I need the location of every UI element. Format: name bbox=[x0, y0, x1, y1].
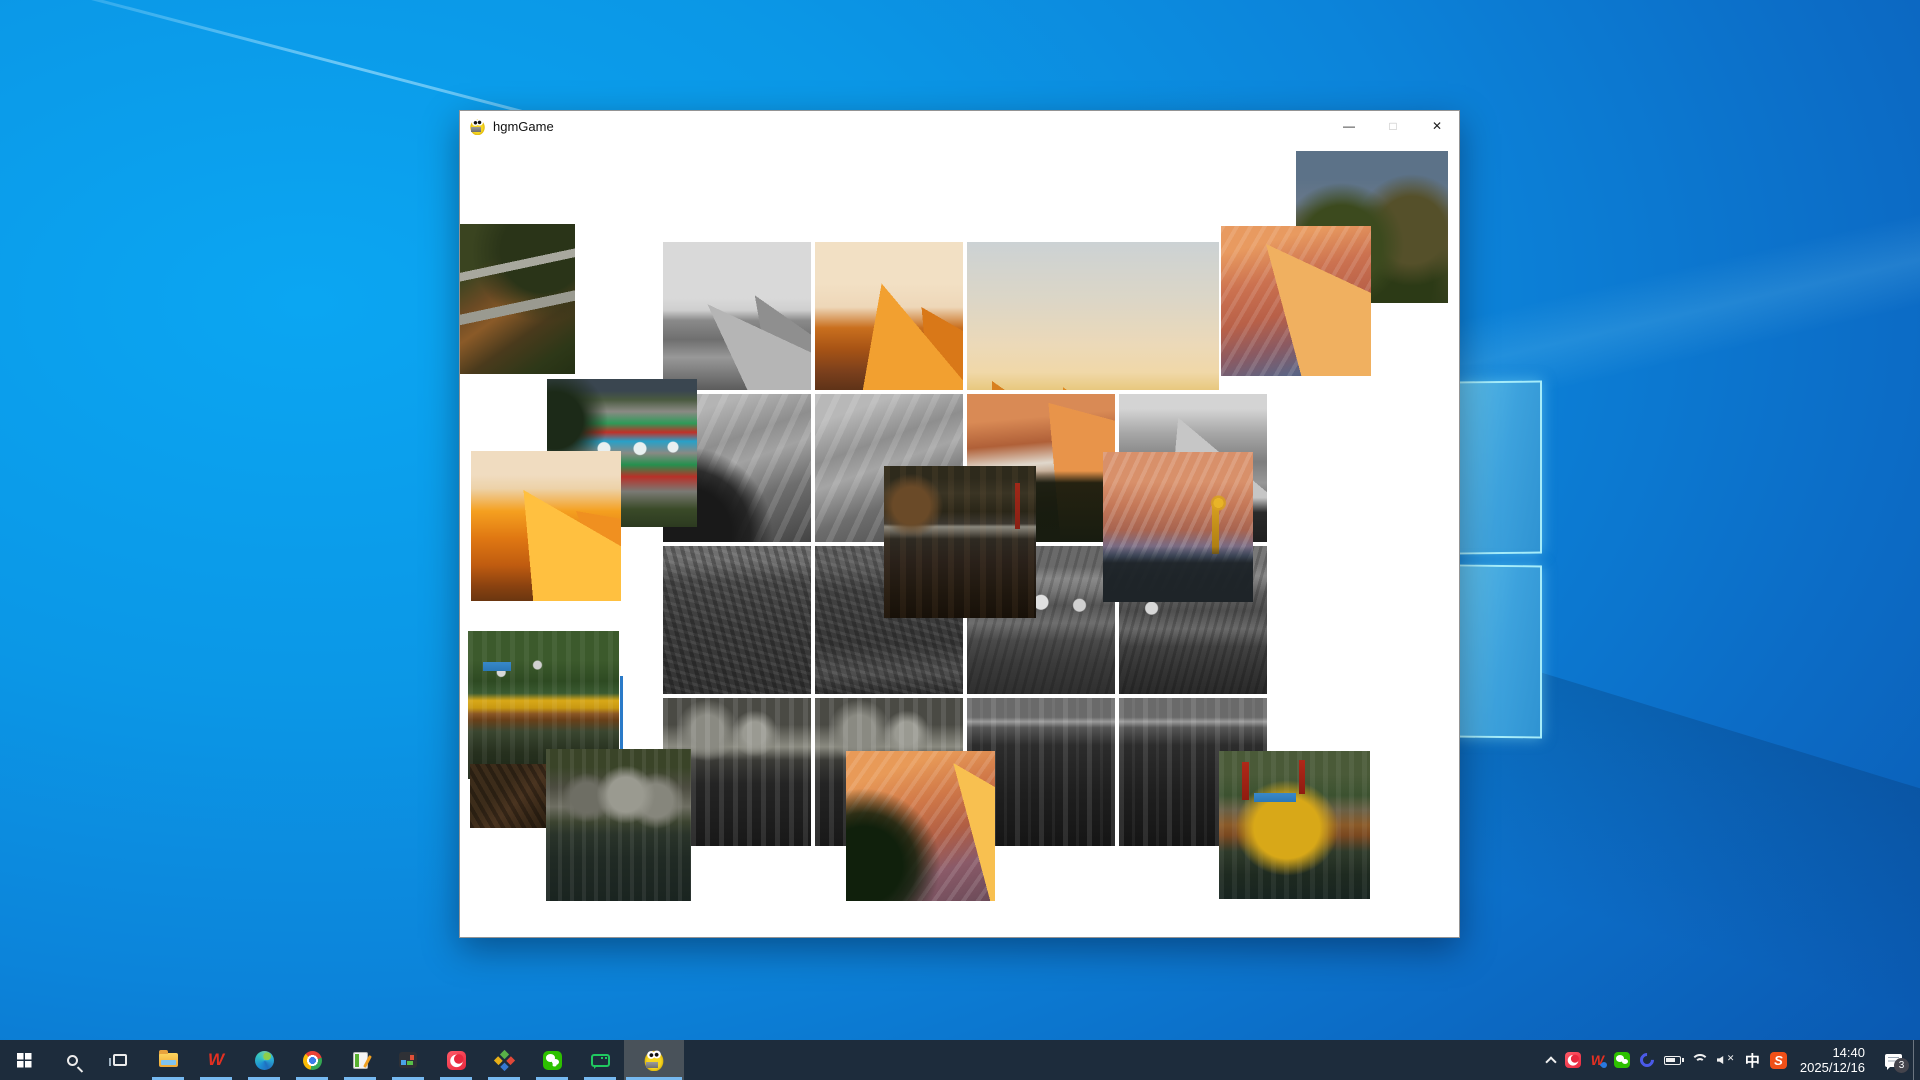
chrome-icon bbox=[303, 1051, 322, 1070]
window-title: hgmGame bbox=[493, 119, 554, 134]
minimize-button[interactable]: — bbox=[1327, 111, 1371, 141]
taskbar-wechat-button[interactable] bbox=[528, 1040, 576, 1080]
tray-wechat-icon bbox=[1614, 1052, 1630, 1068]
sogou-input-button[interactable]: S bbox=[1765, 1040, 1792, 1080]
hidden-icons-button[interactable] bbox=[1542, 1040, 1560, 1080]
sogou-input-icon: S bbox=[1770, 1052, 1787, 1069]
taskbar-music-app-button[interactable] bbox=[432, 1040, 480, 1080]
wps-office-icon: W bbox=[208, 1051, 224, 1069]
piece-pagoda-mountain[interactable] bbox=[1103, 452, 1253, 602]
battery-button[interactable] bbox=[1659, 1040, 1686, 1080]
hint-r3c1 bbox=[663, 546, 811, 694]
close-button[interactable]: ✕ bbox=[1415, 111, 1459, 141]
wifi-icon bbox=[1691, 1054, 1707, 1066]
app-turtle-icon bbox=[469, 118, 486, 135]
notification-button[interactable]: 3 bbox=[1873, 1040, 1913, 1080]
piece-rocks-lake[interactable] bbox=[546, 749, 691, 901]
hint-r1c1 bbox=[663, 242, 811, 390]
puzzle-canvas[interactable] bbox=[460, 141, 1459, 937]
notification-badge: 3 bbox=[1894, 1058, 1909, 1073]
volume-muted-button[interactable] bbox=[1712, 1040, 1740, 1080]
taskbar-search-button[interactable] bbox=[48, 1040, 96, 1080]
music-app-icon bbox=[447, 1051, 466, 1070]
hgm-game-icon bbox=[643, 1049, 665, 1071]
task-view-icon bbox=[113, 1054, 127, 1066]
tray-proxy-icon bbox=[1637, 1050, 1657, 1070]
piece-orange-mountain[interactable] bbox=[471, 451, 621, 601]
search-icon bbox=[67, 1055, 78, 1066]
taskbar-dev-tool-button[interactable] bbox=[384, 1040, 432, 1080]
piece-pink-mountain[interactable] bbox=[1221, 226, 1371, 376]
hidden-icons-icon bbox=[1545, 1056, 1556, 1067]
ime-chinese-icon: 中 bbox=[1745, 1050, 1760, 1071]
taskbar-start-button[interactable] bbox=[0, 1040, 48, 1080]
taskbar-chrome-button[interactable] bbox=[288, 1040, 336, 1080]
taskbar-wps-office-button[interactable]: W bbox=[192, 1040, 240, 1080]
taskbar: W W 中S 14:40 2025/12/16 3 bbox=[0, 1040, 1920, 1080]
windows-logo-pane-top bbox=[1455, 381, 1542, 555]
piece-orange-peak[interactable] bbox=[815, 242, 963, 390]
notepad-icon bbox=[353, 1052, 368, 1069]
piece-dark-brown[interactable] bbox=[470, 764, 546, 828]
taskbar-edge-button[interactable] bbox=[240, 1040, 288, 1080]
edge-icon bbox=[255, 1051, 274, 1070]
windows-logo bbox=[1455, 381, 1545, 739]
tray-music-app-icon bbox=[1565, 1052, 1581, 1068]
piece-lake-shrine[interactable] bbox=[884, 466, 1036, 618]
system-tray: W 中S 14:40 2025/12/16 3 bbox=[1542, 1040, 1920, 1080]
piece-sunset-sky[interactable] bbox=[967, 242, 1219, 390]
taskbar-toolbox-button[interactable] bbox=[480, 1040, 528, 1080]
volume-muted-icon bbox=[1717, 1054, 1735, 1066]
taskbar-wechat-devtools-button[interactable] bbox=[576, 1040, 624, 1080]
file-explorer-icon bbox=[159, 1053, 178, 1067]
show-desktop-button[interactable] bbox=[1913, 1040, 1918, 1080]
hgm-game-window: hgmGame — □ ✕ bbox=[459, 110, 1460, 938]
dev-tool-icon bbox=[399, 1052, 417, 1068]
taskbar-file-explorer-button[interactable] bbox=[144, 1040, 192, 1080]
battery-icon bbox=[1664, 1056, 1681, 1065]
maximize-button[interactable]: □ bbox=[1371, 111, 1415, 141]
wechat-devtools-icon bbox=[591, 1054, 610, 1067]
wifi-button[interactable] bbox=[1686, 1040, 1712, 1080]
clock-time: 14:40 bbox=[1800, 1045, 1865, 1060]
piece-garden-shore[interactable] bbox=[1219, 751, 1370, 899]
tray-proxy-button[interactable] bbox=[1635, 1040, 1659, 1080]
start-icon bbox=[17, 1053, 32, 1068]
tray-wechat-button[interactable] bbox=[1609, 1040, 1635, 1080]
tray-music-app-button[interactable] bbox=[1560, 1040, 1586, 1080]
tray-clock[interactable]: 14:40 2025/12/16 bbox=[1792, 1045, 1873, 1075]
windows-logo-pane-bottom bbox=[1455, 565, 1542, 739]
wechat-icon bbox=[543, 1051, 562, 1070]
toolbox-icon bbox=[493, 1049, 514, 1070]
taskbar-notepad-button[interactable] bbox=[336, 1040, 384, 1080]
piece-forest-walkway[interactable] bbox=[460, 224, 575, 374]
tray-wps-button[interactable]: W bbox=[1586, 1040, 1609, 1080]
ime-chinese-button[interactable]: 中 bbox=[1740, 1040, 1765, 1080]
window-titlebar[interactable]: hgmGame — □ ✕ bbox=[460, 111, 1459, 141]
clock-date: 2025/12/16 bbox=[1800, 1060, 1865, 1075]
piece-pink-mountain-tree[interactable] bbox=[846, 751, 995, 901]
blue-sliver bbox=[620, 676, 623, 749]
taskbar-task-view-button[interactable] bbox=[96, 1040, 144, 1080]
tray-wps-icon: W bbox=[1591, 1052, 1604, 1068]
taskbar-hgm-game-button[interactable] bbox=[624, 1040, 684, 1080]
